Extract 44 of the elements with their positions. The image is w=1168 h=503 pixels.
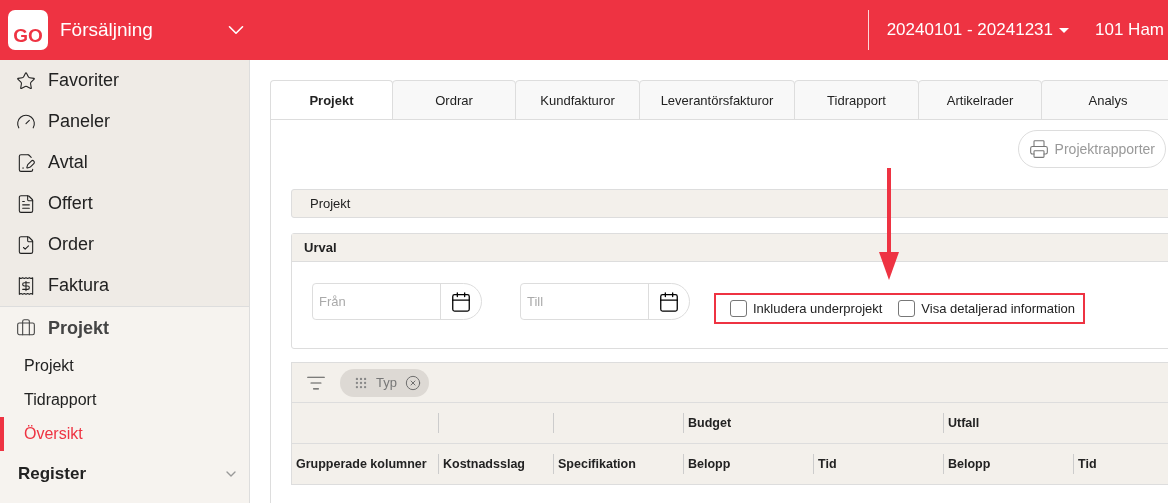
logo[interactable]: GO (8, 10, 48, 50)
panel-title: Urval (292, 234, 1168, 262)
sidebar-icon (16, 234, 36, 255)
sidebar-subitem[interactable]: Projekt (0, 349, 249, 383)
tab[interactable]: Artikelrader (918, 80, 1042, 120)
remove-icon[interactable] (404, 374, 421, 391)
column-header[interactable]: Specifikation (553, 454, 683, 474)
period-selector[interactable]: 20240101 - 20241231 (886, 20, 1069, 40)
column-group-header: Budget (683, 413, 943, 433)
sidebar-icon (16, 152, 36, 173)
sidebar-icon (16, 193, 36, 214)
tab[interactable]: Projekt (270, 80, 393, 120)
sidebar-item[interactable]: Offert (0, 183, 249, 224)
sidebar-subitem[interactable]: Översikt (0, 417, 249, 451)
sidebar-icon (16, 275, 36, 296)
column-group-header: Utfall (943, 413, 1168, 433)
sidebar-item[interactable]: Order (0, 224, 249, 265)
sidebar-item[interactable]: Faktura (0, 265, 249, 306)
briefcase-icon (16, 318, 36, 338)
checkbox[interactable]: Visa detaljerad information (898, 300, 1076, 317)
sidebar-item[interactable]: Avtal (0, 142, 249, 183)
drag-handle-icon (354, 375, 368, 390)
column-header[interactable]: Tid (813, 454, 943, 474)
column-header[interactable]: Tid (1073, 454, 1168, 474)
sidebar-section[interactable]: Projekt (0, 307, 249, 349)
sidebar-subitem[interactable]: Tidrapport (0, 383, 249, 417)
module-title: Försäljning (60, 19, 153, 41)
section-bar: Projekt (291, 189, 1168, 218)
sidebar-item[interactable]: Paneler (0, 101, 249, 142)
sidebar-icon (16, 70, 36, 91)
printer-icon (1028, 139, 1049, 159)
checkbox[interactable]: Inkludera underprojekt (730, 300, 883, 317)
column-header[interactable]: Kostnadsslag (438, 454, 553, 474)
tab[interactable]: Kundfakturor (515, 80, 640, 120)
column-header[interactable]: Grupperade kolumner (292, 454, 438, 474)
tab[interactable]: Leverantörsfakturor (639, 80, 795, 120)
company-name[interactable]: 101 Ham (1095, 20, 1164, 40)
tab[interactable]: Tidrapport (794, 80, 919, 120)
sidebar-section[interactable]: Register (0, 451, 249, 497)
tab[interactable]: Analys (1041, 80, 1168, 120)
tab[interactable]: Ordrar (392, 80, 516, 120)
sidebar-item[interactable]: Favoriter (0, 60, 249, 101)
column-header[interactable]: Belopp (683, 454, 813, 474)
column-header[interactable]: Belopp (943, 454, 1073, 474)
